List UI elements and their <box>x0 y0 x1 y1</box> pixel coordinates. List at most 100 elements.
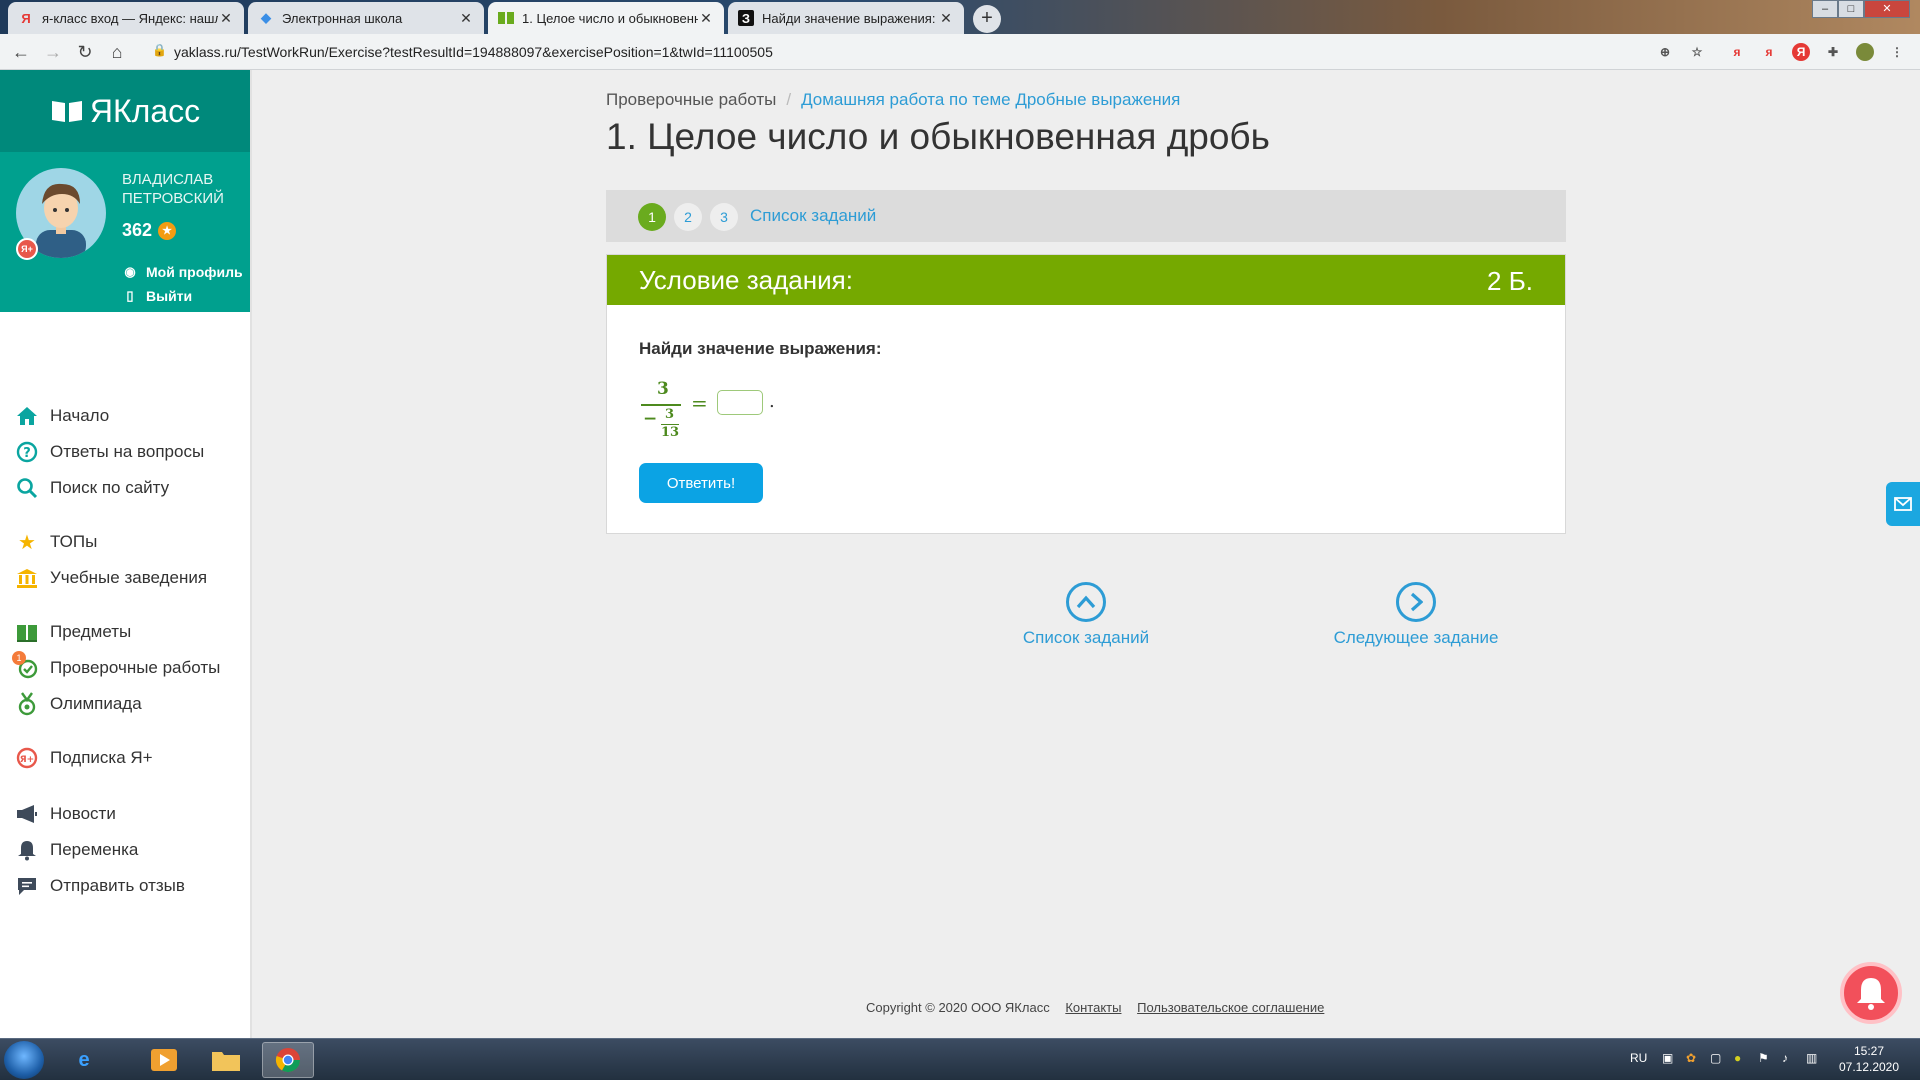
sidebar-item-subjects[interactable]: Предметы <box>14 618 131 646</box>
menu-dots-icon[interactable]: ⋮ <box>1888 43 1906 61</box>
sidebar-item-answers[interactable]: ? Ответы на вопросы <box>14 438 204 466</box>
logout-label: Выйти <box>146 288 193 304</box>
new-tab-button[interactable]: + <box>973 5 1001 33</box>
bottom-task-list-link[interactable]: Список заданий <box>986 582 1186 648</box>
submit-answer-button[interactable]: Ответить! <box>639 463 763 503</box>
yandex-extension-icon[interactable]: я <box>1760 43 1778 61</box>
question-text: Найди значение выражения: <box>639 339 882 358</box>
tab-znanija[interactable]: З Найди значение выражения: 34 ✕ <box>728 2 964 34</box>
folder-icon[interactable] <box>200 1042 252 1078</box>
chevron-up-icon <box>1066 582 1106 622</box>
my-profile-link[interactable]: ◉ Мой профиль <box>122 264 242 280</box>
tab-yandex[interactable]: Я я-класс вход — Яндекс: нашлос ✕ <box>8 2 244 34</box>
home-icon[interactable]: ⌂ <box>106 41 128 63</box>
building-icon <box>14 565 40 591</box>
task-list-link[interactable]: Список заданий <box>750 206 876 226</box>
forward-icon[interactable]: → <box>42 41 64 63</box>
znanija-icon: З <box>738 10 754 26</box>
close-icon[interactable]: ✕ <box>698 10 714 27</box>
install-icon[interactable]: ⊕ <box>1656 43 1674 61</box>
sidebar-item-home[interactable]: Начало <box>14 402 109 430</box>
minimize-button[interactable]: – <box>1812 0 1838 18</box>
task-number-3[interactable]: 3 <box>710 203 738 231</box>
notifications-bell-button[interactable] <box>1840 962 1902 1024</box>
user-panel: Я+ ВЛАДИСЛАВ ПЕТРОВСКИЙ 362 ★ ◉ Мой проф… <box>0 152 250 312</box>
yaklass-icon <box>498 10 514 26</box>
start-button[interactable] <box>4 1041 44 1079</box>
sidebar-item-feedback[interactable]: Отправить отзыв <box>14 872 185 900</box>
sidebar-item-break[interactable]: Переменка <box>14 836 138 864</box>
yaplus-icon: Я+ <box>14 745 40 771</box>
svg-text:Я+: Я+ <box>20 755 34 765</box>
envelope-icon <box>1894 497 1912 511</box>
inner-denominator: 13 <box>661 425 680 440</box>
agreement-link[interactable]: Пользовательское соглашение <box>1137 1000 1324 1015</box>
minus-sign: − <box>643 409 658 429</box>
media-player-icon[interactable] <box>138 1042 190 1078</box>
volume-icon[interactable]: ♪ <box>1782 1051 1788 1065</box>
profile-avatar-icon[interactable] <box>1856 43 1874 61</box>
user-name: ВЛАДИСЛАВ ПЕТРОВСКИЙ <box>122 170 224 208</box>
clock-time: 15:27 <box>1853 1044 1885 1058</box>
sidebar-item-news[interactable]: Новости <box>14 800 116 828</box>
address-bar[interactable]: 🔒 yaklass.ru/TestWorkRun/Exercise?testRe… <box>140 38 1680 66</box>
reload-icon[interactable]: ↻ <box>74 41 96 63</box>
bookmark-star-icon[interactable]: ☆ <box>1688 43 1706 61</box>
maximize-button[interactable]: □ <box>1838 0 1864 18</box>
language-indicator[interactable]: RU <box>1630 1051 1647 1065</box>
task-number-1[interactable]: 1 <box>638 203 666 231</box>
fraction-bar <box>641 404 681 406</box>
sidebar-item-tops[interactable]: ★ ТОПы <box>14 528 97 556</box>
bell-icon <box>14 837 40 863</box>
device-icon[interactable]: ▢ <box>1710 1051 1721 1065</box>
network-app-icon[interactable]: ✿ <box>1686 1051 1696 1065</box>
answer-input[interactable] <box>717 390 763 415</box>
ie-icon[interactable]: e <box>58 1042 110 1078</box>
check-icon: 1 <box>12 651 40 681</box>
svg-text:?: ? <box>23 446 31 461</box>
close-icon[interactable]: ✕ <box>218 10 234 27</box>
logout-link[interactable]: ▯ Выйти <box>122 288 192 304</box>
sidebar-item-olympiad[interactable]: Олимпиада <box>14 690 142 718</box>
contacts-link[interactable]: Контакты <box>1065 1000 1121 1015</box>
bell-icon <box>1857 978 1885 1010</box>
breadcrumb: Проверочные работы / Домашняя работа по те… <box>606 90 1180 110</box>
system-clock[interactable]: 15:27 07.12.2020 <box>1830 1043 1908 1075</box>
camera-icon[interactable]: ▣ <box>1662 1051 1673 1065</box>
close-icon[interactable]: ✕ <box>458 10 474 27</box>
inner-numerator: 3 <box>665 407 675 422</box>
sidebar-item-search[interactable]: Поиск по сайту <box>14 474 169 502</box>
close-icon[interactable]: ✕ <box>938 10 954 27</box>
extensions-puzzle-icon[interactable]: ✚ <box>1824 43 1842 61</box>
action-center-flag-icon[interactable]: ⚑ <box>1758 1051 1769 1065</box>
security-icon[interactable]: ● <box>1734 1051 1741 1065</box>
logo[interactable]: ЯКласс <box>0 70 250 152</box>
yandex-extension-icon[interactable]: я <box>1728 43 1746 61</box>
tab-school[interactable]: ◆ Электронная школа ✕ <box>248 2 484 34</box>
bottom-task-list-label: Список заданий <box>1022 628 1150 647</box>
sidebar-item-schools[interactable]: Учебные заведения <box>14 564 207 592</box>
yandex-badge-icon[interactable]: Я <box>1792 43 1810 61</box>
back-icon[interactable]: ← <box>10 41 32 63</box>
tab-label: Найди значение выражения: 34 <box>762 10 938 26</box>
tab-yaklass-active[interactable]: 1. Целое число и обыкновенна ✕ <box>488 2 724 34</box>
sidebar-item-tests[interactable]: 1 Проверочные работы <box>12 651 220 682</box>
sidebar-item-label: Отправить отзыв <box>50 876 185 895</box>
window-close-button[interactable]: ✕ <box>1864 0 1910 18</box>
task-number-2[interactable]: 2 <box>674 203 702 231</box>
copyright-text: Copyright © 2020 ООО ЯКласс <box>866 1000 1050 1015</box>
chrome-icon[interactable] <box>262 1042 314 1078</box>
feedback-mail-tab[interactable] <box>1886 482 1920 526</box>
breadcrumb-current[interactable]: Домашняя работа по теме Дробные выражени… <box>801 90 1180 109</box>
network-icon[interactable]: ▥ <box>1806 1051 1817 1065</box>
sidebar-item-label: Учебные заведения <box>50 568 208 587</box>
next-task-link[interactable]: Следующее задание <box>1316 582 1516 648</box>
sidebar-item-subscription[interactable]: Я+ Подписка Я+ <box>14 744 153 772</box>
breadcrumb-root[interactable]: Проверочные работы <box>606 90 776 109</box>
user-last-name: ПЕТРОВСКИЙ <box>122 190 224 207</box>
question-icon: ? <box>14 439 40 465</box>
browser-toolbar: ← → ↻ ⌂ 🔒 yaklass.ru/TestWorkRun/Exercis… <box>0 34 1920 70</box>
clock-date: 07.12.2020 <box>1838 1060 1900 1074</box>
user-score: 362 ★ <box>122 220 177 241</box>
feedback-icon <box>14 873 40 899</box>
